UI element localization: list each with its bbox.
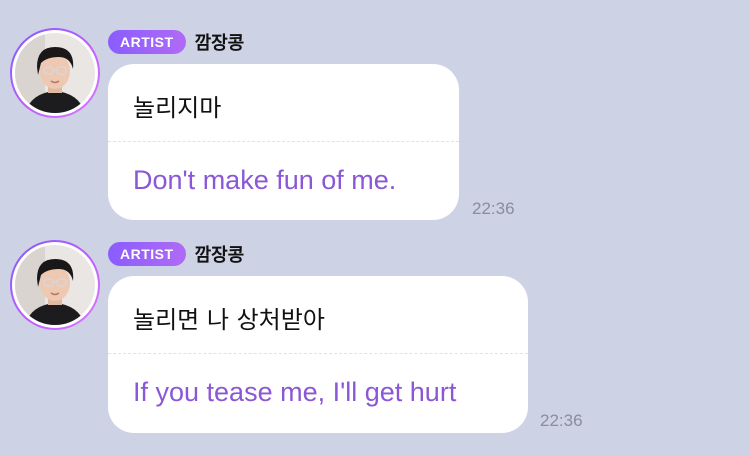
- divider: [108, 353, 528, 354]
- avatar[interactable]: [10, 240, 100, 330]
- sender-row: ARTIST 깜장콩: [108, 241, 244, 267]
- message-time: 22:36: [540, 411, 583, 430]
- translated-text: If you tease me, I'll get hurt: [133, 377, 457, 407]
- message-bubble[interactable]: 놀리면 나 상처받아 If you tease me, I'll get hur…: [108, 276, 528, 433]
- artist-badge: ARTIST: [108, 242, 186, 266]
- message-item: ARTIST 깜장콩 놀리면 나 상처받아 If you tease me, I…: [0, 0, 750, 456]
- profile-photo-icon: [15, 245, 95, 325]
- original-text: 놀리면 나 상처받아: [133, 306, 325, 334]
- chat-thread: ARTIST 깜장콩 놀리지마 Don't make fun of me. 22…: [0, 0, 750, 456]
- sender-name[interactable]: 깜장콩: [195, 241, 245, 267]
